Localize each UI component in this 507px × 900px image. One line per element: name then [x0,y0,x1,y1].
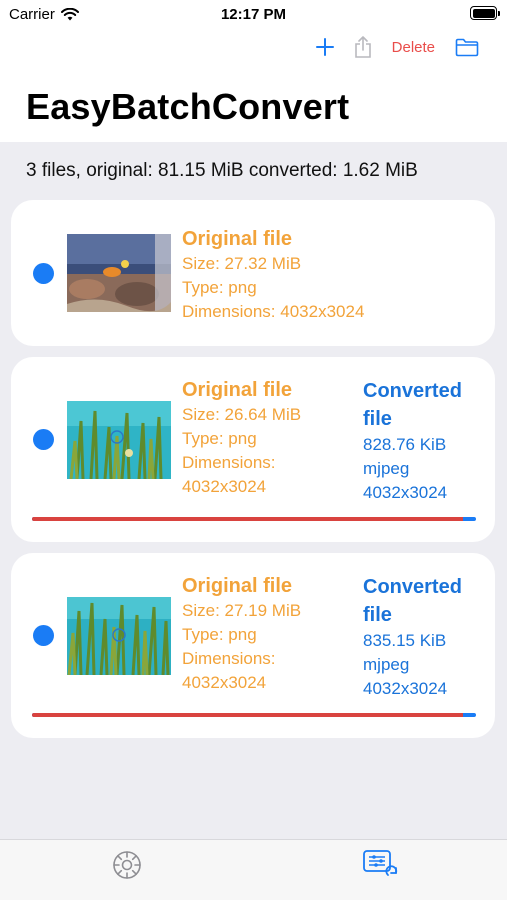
converted-file-title-line-2: file [363,604,392,626]
original-file-info: Original file Size: 27.32 MiB Type: png … [182,226,364,324]
file-card[interactable]: Original file Size: 27.19 MiB Type: png … [11,553,495,738]
converted-file-title-line-1: Converted [363,380,462,402]
converted-file-info: Converted file 835.15 KiB mjpeg 4032x302… [363,573,483,701]
original-dimensions: Dimensions: 4032x3024 [182,302,365,321]
file-card[interactable]: Original file Size: 27.32 MiB Type: png … [11,200,495,346]
converted-size: 835.15 KiB [363,631,447,650]
open-folder-button[interactable] [455,38,479,57]
original-dimensions-value: 4032x3024 [182,477,267,496]
original-file-info: Original file Size: 26.64 MiB Type: png … [182,377,332,499]
converted-size: 828.76 KiB [363,435,447,454]
original-size: Size: 26.64 MiB [182,405,302,424]
converted-file-info: Converted file 828.76 KiB mjpeg 4032x302… [363,377,483,505]
original-file-title: Original file [182,575,293,597]
tab-settings[interactable] [110,848,144,882]
file-card[interactable]: Original file Size: 26.64 MiB Type: png … [11,357,495,542]
status-time: 12:17 PM [220,6,287,23]
file-thumbnail [67,597,171,675]
files-summary: 3 files, original: 81.15 MiB converted: … [26,160,418,181]
selection-indicator[interactable] [33,625,54,646]
conversion-progress-fill [32,517,463,521]
convert-settings-icon [363,850,398,876]
header-area: Carrier 12:17 PM Delete EasyBatchConvert [0,0,507,142]
converted-file-title-line-2: file [363,408,392,430]
conversion-progress-fill [32,713,463,717]
selection-indicator[interactable] [33,263,54,284]
folder-icon [455,38,479,56]
share-button[interactable] [354,36,372,58]
original-file-info: Original file Size: 27.19 MiB Type: png … [182,573,332,695]
conversion-progress-bar [32,517,476,521]
original-type: Type: png [182,625,257,644]
plus-icon [315,38,334,56]
converted-type: mjpeg [363,655,410,674]
gear-icon [113,851,141,879]
page-title: EasyBatchConvert [26,86,350,127]
file-thumbnail [67,234,171,312]
tab-bar [0,839,507,900]
status-bar: Carrier 12:17 PM [0,0,507,30]
file-thumbnail [67,401,171,479]
original-type: Type: png [182,429,257,448]
converted-type: mjpeg [363,459,410,478]
converted-dimensions: 4032x3024 [363,679,448,698]
original-file-title: Original file [182,379,293,401]
nav-actions: Delete [315,36,479,58]
original-size: Size: 27.19 MiB [182,601,302,620]
converted-dimensions: 4032x3024 [363,483,448,502]
delete-button[interactable]: Delete [392,39,435,56]
tab-convert[interactable] [362,848,398,882]
add-button[interactable] [315,38,334,56]
share-icon [354,36,371,58]
original-file-title: Original file [182,228,293,250]
original-dimensions-label: Dimensions: [182,649,276,668]
original-type: Type: png [182,278,257,297]
battery-icon [470,6,500,20]
original-size: Size: 27.32 MiB [182,254,302,273]
original-dimensions-label: Dimensions: [182,453,276,472]
conversion-progress-bar [32,713,476,717]
converted-file-title-line-1: Converted [363,576,462,598]
selection-indicator[interactable] [33,429,54,450]
original-dimensions-value: 4032x3024 [182,673,267,692]
